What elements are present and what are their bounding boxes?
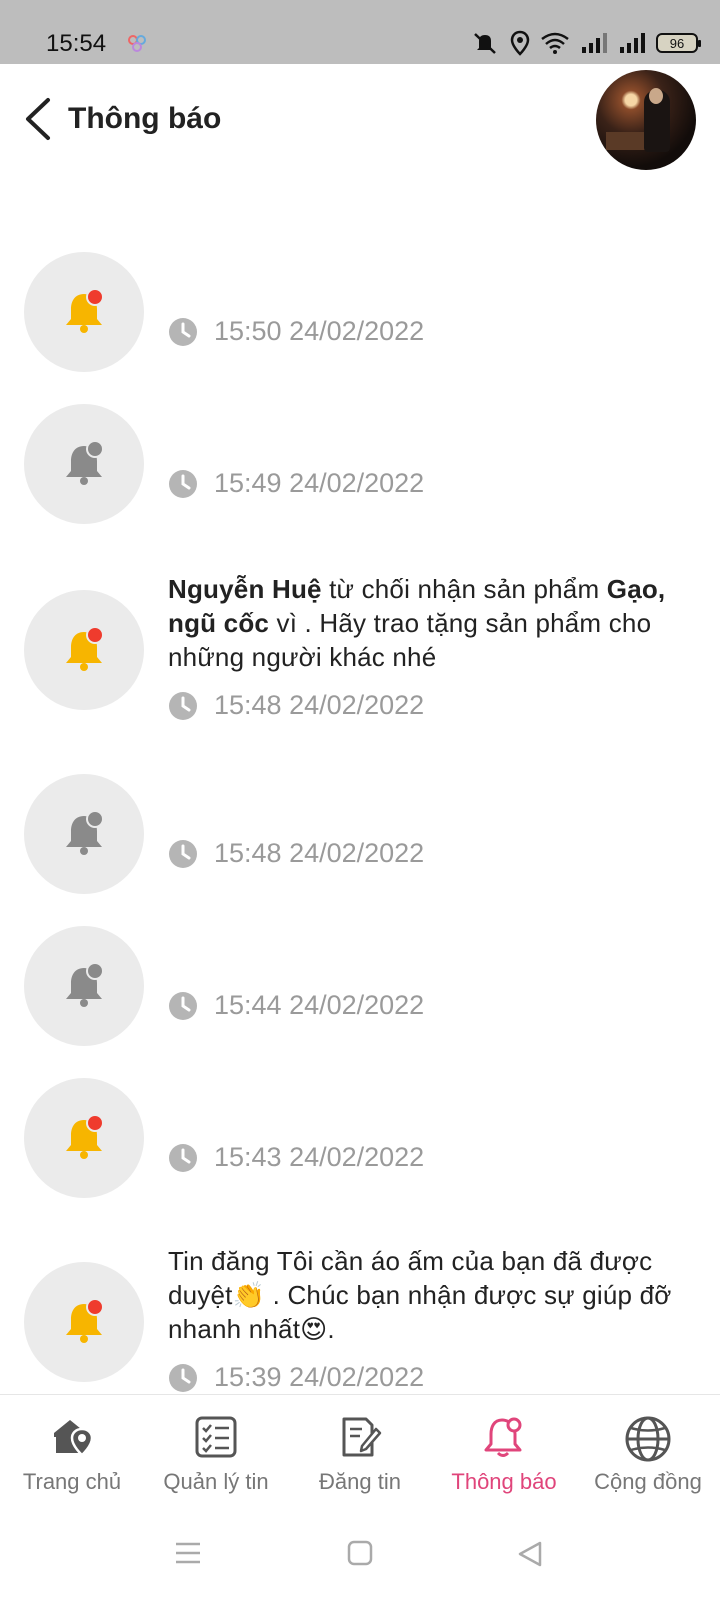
status-bar: 15:54 96: [0, 0, 720, 64]
back-triangle-icon[interactable]: [516, 1540, 544, 1568]
notification-list[interactable]: 15:50 24/02/2022 15:49 24/02/2022 Nguyễn…: [0, 176, 720, 1394]
status-icons: 96: [470, 30, 701, 56]
nav-home[interactable]: Trang chủ: [0, 1395, 144, 1511]
nav-label: Quản lý tin: [163, 1469, 269, 1494]
time-row: 15:48 24/02/2022: [168, 690, 690, 721]
nav-label: Cộng đồng: [594, 1469, 702, 1494]
time-row: 15:43 24/02/2022: [168, 1142, 690, 1173]
bell-unread-icon: [66, 1114, 104, 1159]
clock-icon: [169, 839, 197, 868]
menu-icon[interactable]: [174, 1540, 202, 1566]
wifi-icon: [541, 32, 569, 54]
notification-time: 15:49 24/02/2022: [214, 468, 425, 498]
battery-icon: 96: [656, 33, 701, 53]
header: Thông báo: [0, 64, 720, 176]
notification-time: 15:44 24/02/2022: [214, 990, 425, 1020]
clock-icon: [169, 317, 197, 346]
notification-bell-bubble: [24, 1262, 144, 1382]
notification-time: 15:43 24/02/2022: [214, 1142, 425, 1172]
edit-document-icon: [342, 1417, 382, 1457]
status-time: 15:54: [46, 30, 107, 57]
home-button-icon[interactable]: [347, 1540, 373, 1566]
clock-icon: [169, 469, 197, 498]
clock-icon: [169, 991, 197, 1020]
notification-time: 15:50 24/02/2022: [214, 316, 425, 346]
bell-unread-icon: [66, 288, 104, 333]
notification-message: Nguyễn Huệ từ chối nhận sản phẩm Gạo, ng…: [168, 572, 690, 674]
notification-time: 15:39 24/02/2022: [214, 1362, 425, 1392]
checklist-icon: [195, 1416, 237, 1458]
nav-community[interactable]: Cộng đồng: [576, 1395, 720, 1511]
clock-icon: [169, 691, 197, 720]
vibrate-off-icon: [474, 33, 496, 54]
notification-bell-bubble: [24, 590, 144, 710]
nav-manage-posts[interactable]: Quản lý tin: [144, 1395, 288, 1511]
app-notification-icon: [128, 35, 146, 52]
nav-notifications[interactable]: Thông báo: [432, 1395, 576, 1511]
back-button[interactable]: [20, 94, 60, 144]
time-row: 15:49 24/02/2022: [168, 468, 690, 499]
sender-name: Nguyễn Huệ: [168, 574, 322, 604]
clock-icon: [169, 1363, 197, 1392]
notification-time: 15:48 24/02/2022: [214, 838, 425, 868]
notification-bell-bubble: [24, 1078, 144, 1198]
notification-message: Tin đăng Tôi cần áo ấm của bạn đã được d…: [168, 1246, 672, 1344]
notification-bell-bubble: [24, 252, 144, 372]
home-location-icon: [54, 1420, 94, 1457]
nav-post[interactable]: Đăng tin: [288, 1395, 432, 1511]
nav-label: Trang chủ: [22, 1469, 122, 1494]
bell-read-icon: [66, 440, 104, 485]
notification-bell-bubble: [24, 404, 144, 524]
signal-icon-2: [620, 33, 645, 53]
bell-unread-icon: [66, 626, 104, 671]
time-row: 15:48 24/02/2022: [168, 838, 690, 869]
bell-unread-icon: [66, 1298, 104, 1343]
signal-icon: [582, 33, 607, 53]
page-title: Thông báo: [68, 102, 222, 135]
time-row: 15:44 24/02/2022: [168, 990, 690, 1021]
clock-icon: [169, 1143, 197, 1172]
nav-label: Đăng tin: [319, 1469, 401, 1494]
nav-label: Thông báo: [451, 1469, 557, 1494]
avatar-face: [649, 88, 663, 104]
bell-read-icon: [66, 962, 104, 1007]
time-row: 15:50 24/02/2022: [168, 316, 690, 347]
bottom-navigation: Trang chủ Quản lý tin Đăng tin Thông báo: [0, 1394, 720, 1510]
globe-icon: [625, 1416, 671, 1462]
message-text: từ chối nhận sản phẩm: [321, 574, 607, 604]
time-row: 15:39 24/02/2022: [168, 1362, 690, 1393]
avatar[interactable]: [596, 70, 696, 170]
bell-icon: [484, 1417, 522, 1457]
notification-bell-bubble: [24, 774, 144, 894]
system-navigation-bar: [0, 1510, 720, 1600]
location-icon: [510, 30, 530, 56]
bell-read-icon: [66, 810, 104, 855]
notification-time: 15:48 24/02/2022: [214, 690, 425, 720]
notification-bell-bubble: [24, 926, 144, 1046]
